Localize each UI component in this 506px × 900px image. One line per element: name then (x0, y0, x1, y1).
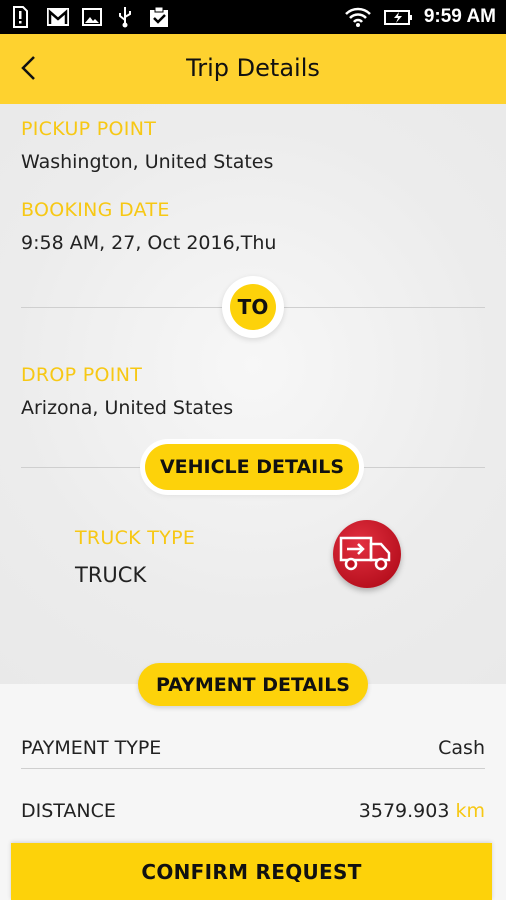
usb-icon (119, 7, 131, 28)
app-bar: Trip Details (0, 34, 506, 104)
drop-value: Arizona, United States (21, 397, 234, 419)
status-time: 9:59 AM (423, 6, 496, 27)
drop-label: DROP POINT (21, 364, 143, 386)
page-title: Trip Details (186, 54, 320, 82)
clipboard-check-icon (150, 6, 168, 27)
wifi-icon (345, 7, 371, 27)
divider (21, 768, 485, 769)
alert-icon (13, 6, 28, 28)
truck-type-label: TRUCK TYPE (75, 527, 196, 549)
distance-label: DISTANCE (21, 800, 116, 822)
distance-unit: km (455, 800, 485, 822)
payment-type-label: PAYMENT TYPE (21, 737, 162, 759)
pickup-label: PICKUP POINT (21, 118, 157, 140)
booking-date-label: BOOKING DATE (21, 199, 170, 221)
booking-date-value: 9:58 AM, 27, Oct 2016,Thu (21, 232, 277, 254)
vehicle-details-heading: VEHICLE DETAILS (145, 444, 359, 490)
trip-details-content (0, 104, 506, 684)
payment-type-value: Cash (438, 737, 485, 759)
distance-number: 3579.903 (358, 800, 450, 822)
to-badge: TO (222, 276, 284, 338)
gmail-icon (47, 8, 69, 26)
image-icon (82, 8, 102, 26)
status-bar: 9:59 AM (0, 0, 506, 34)
confirm-request-button[interactable]: CONFIRM REQUEST (11, 843, 492, 900)
pickup-value: Washington, United States (21, 151, 274, 173)
to-badge-text: TO (230, 284, 276, 330)
truck-type-value: TRUCK (75, 563, 147, 587)
payment-details-heading: PAYMENT DETAILS (138, 663, 368, 706)
truck-icon (333, 520, 401, 588)
distance-value: 3579.903 km (359, 800, 485, 822)
battery-charging-icon (384, 10, 412, 25)
